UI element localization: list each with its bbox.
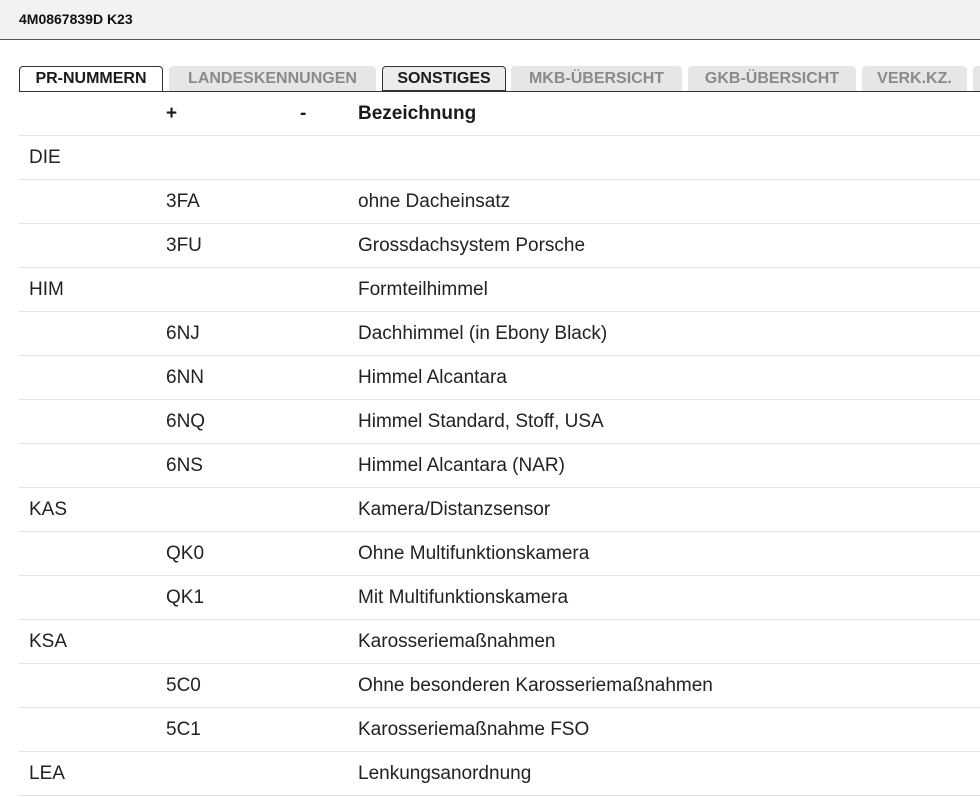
table-row[interactable]: 3FA ohne Dacheinsatz — [19, 180, 980, 224]
cell-description: Formteilhimmel — [358, 279, 488, 300]
cell-description: Lenkungsanordnung — [358, 763, 532, 784]
tab-mkb-uebersicht[interactable]: MKB-ÜBERSICHT — [511, 66, 682, 91]
cell-plus: 6NQ — [166, 411, 206, 432]
cell-description: Ohne besonderen Karosseriemaßnahmen — [358, 675, 713, 696]
cell-description: Ohne Multifunktionskamera — [358, 543, 590, 564]
table-row-group[interactable]: DIE — [19, 136, 980, 180]
table-row[interactable]: 3FU Grossdachsystem Porsche — [19, 224, 980, 268]
tab-landeskennungen[interactable]: LANDESKENNUNGEN — [169, 66, 376, 91]
document-title: 4M0867839D K23 — [19, 11, 133, 27]
table-row[interactable]: 5C1 Karosseriemaßnahme FSO — [19, 708, 980, 752]
cell-description: Himmel Alcantara (NAR) — [358, 455, 565, 476]
table-row[interactable]: 6NJ Dachhimmel (in Ebony Black) — [19, 312, 980, 356]
cell-description: Dachhimmel (in Ebony Black) — [358, 323, 608, 344]
cell-plus: 6NN — [166, 367, 205, 388]
cell-plus: QK1 — [166, 587, 205, 608]
cell-group: DIE — [29, 147, 61, 168]
cell-description: Himmel Alcantara — [358, 367, 507, 388]
cell-plus: 6NJ — [166, 323, 200, 344]
table-row[interactable]: QK0 Ohne Multifunktionskamera — [19, 532, 980, 576]
header-description[interactable]: Bezeichnung — [358, 92, 476, 136]
cell-description: Himmel Standard, Stoff, USA — [358, 411, 604, 432]
cell-description: Kamera/Distanzsensor — [358, 499, 551, 520]
cell-plus: QK0 — [166, 543, 205, 564]
cell-plus: 6NS — [166, 455, 203, 476]
table-row[interactable]: 6NS Himmel Alcantara (NAR) — [19, 444, 980, 488]
table-header-row: + - Bezeichnung — [19, 92, 980, 136]
cell-description: Mit Multifunktionskamera — [358, 587, 569, 608]
cell-description: Karosseriemaßnahmen — [358, 631, 556, 652]
cell-plus: 3FU — [166, 235, 202, 256]
table-row[interactable]: 6NN Himmel Alcantara — [19, 356, 980, 400]
table-row[interactable]: QK1 Mit Multifunktionskamera — [19, 576, 980, 620]
tab-sonstiges[interactable]: SONSTIGES — [382, 66, 506, 91]
cell-description: Grossdachsystem Porsche — [358, 235, 586, 256]
table-row[interactable]: 5C0 Ohne besonderen Karosseriemaßnahmen — [19, 664, 980, 708]
table-row-group[interactable]: KSA Karosseriemaßnahmen — [19, 620, 980, 664]
cell-plus: 5C1 — [166, 719, 201, 740]
tab-overflow[interactable] — [973, 66, 980, 91]
cell-plus: 3FA — [166, 191, 200, 212]
tab-verk-kz[interactable]: VERK.KZ. — [862, 66, 967, 91]
cell-plus: 5C0 — [166, 675, 201, 696]
cell-group: HIM — [29, 279, 64, 300]
cell-description: ohne Dacheinsatz — [358, 191, 511, 212]
table-body: DIE 3FA ohne Dacheinsatz 3FU Grossdachsystem… — [19, 136, 980, 796]
table-row-group[interactable]: HIM Formteilhimmel — [19, 268, 980, 312]
tab-pr-nummern[interactable]: PR-NUMMERN — [19, 66, 163, 92]
pr-numbers-table: + - Bezeichnung DIE 3FA ohne Dacheinsatz 3F… — [19, 92, 980, 796]
table-row-group[interactable]: LEA Lenkungsanordnung — [19, 752, 980, 796]
cell-description: Karosseriemaßnahme FSO — [358, 719, 590, 740]
cell-group: KSA — [29, 631, 68, 652]
table-row[interactable]: 6NQ Himmel Standard, Stoff, USA — [19, 400, 980, 444]
header-minus[interactable]: - — [300, 92, 306, 136]
table-row-group[interactable]: KAS Kamera/Distanzsensor — [19, 488, 980, 532]
cell-group: KAS — [29, 499, 68, 520]
tab-gkb-uebersicht[interactable]: GKB-ÜBERSICHT — [688, 66, 856, 91]
header-plus[interactable]: + — [166, 92, 177, 136]
cell-group: LEA — [29, 763, 65, 784]
tab-bar: PR-NUMMERN LANDESKENNUNGEN SONSTIGES MKB… — [19, 66, 980, 92]
title-bar: 4M0867839D K23 — [0, 0, 980, 40]
